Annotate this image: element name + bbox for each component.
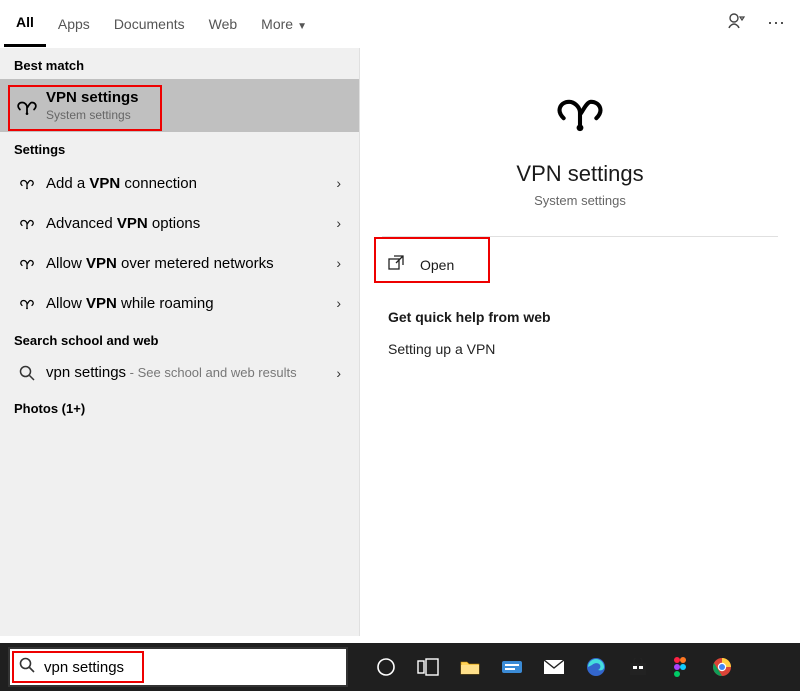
- task-view-icon[interactable]: [416, 655, 440, 679]
- result-web-vpn-settings[interactable]: vpn settings - See school and web result…: [0, 354, 359, 391]
- figma-icon[interactable]: [668, 655, 692, 679]
- tab-web[interactable]: Web: [197, 2, 250, 46]
- result-title: VPN settings: [46, 89, 345, 106]
- chevron-right-icon: ›: [332, 295, 345, 311]
- tab-all[interactable]: All: [4, 0, 46, 47]
- more-options-icon[interactable]: ⋯: [756, 13, 796, 34]
- vpn-icon: [14, 173, 40, 193]
- taskbar-search[interactable]: [8, 647, 348, 687]
- result-add-vpn[interactable]: Add a VPN connection ›: [0, 163, 359, 203]
- heading-best-match: Best match: [0, 48, 359, 79]
- feedback-icon[interactable]: [716, 11, 756, 36]
- vpn-icon-large: [550, 88, 610, 135]
- edge-icon[interactable]: [584, 655, 608, 679]
- open-label: Open: [410, 257, 454, 273]
- tab-apps[interactable]: Apps: [46, 2, 102, 46]
- heading-photos: Photos (1+): [0, 391, 359, 422]
- tab-more[interactable]: More▼: [249, 2, 319, 46]
- search-icon: [14, 365, 40, 381]
- store-icon[interactable]: [626, 655, 650, 679]
- search-input[interactable]: [44, 649, 346, 685]
- taskbar: [0, 643, 800, 691]
- chrome-icon[interactable]: [710, 655, 734, 679]
- heading-settings: Settings: [0, 132, 359, 163]
- vpn-icon: [14, 293, 40, 313]
- vpn-icon: [14, 96, 40, 116]
- result-subtitle: System settings: [46, 108, 345, 122]
- cortana-icon[interactable]: [374, 655, 398, 679]
- file-explorer-icon[interactable]: [458, 655, 482, 679]
- chevron-right-icon: ›: [332, 365, 345, 381]
- detail-panel: VPN settings System settings Open Get qu…: [360, 48, 800, 636]
- mail-icon[interactable]: [542, 655, 566, 679]
- app-icon[interactable]: [500, 655, 524, 679]
- open-icon: [388, 255, 410, 275]
- help-link-setup-vpn[interactable]: Setting up a VPN: [360, 335, 800, 363]
- result-vpn-roaming[interactable]: Allow VPN while roaming ›: [0, 283, 359, 323]
- tab-documents[interactable]: Documents: [102, 2, 197, 46]
- detail-title: VPN settings: [516, 161, 643, 187]
- search-filter-tabs: All Apps Documents Web More▼ ⋯: [0, 0, 800, 48]
- search-icon: [10, 657, 44, 678]
- results-panel: Best match VPN settings System settings …: [0, 48, 360, 636]
- chevron-right-icon: ›: [332, 255, 345, 271]
- open-button[interactable]: Open: [360, 243, 800, 287]
- chevron-right-icon: ›: [332, 175, 345, 191]
- heading-search-web: Search school and web: [0, 323, 359, 354]
- chevron-down-icon: ▼: [297, 21, 307, 32]
- help-heading: Get quick help from web: [360, 287, 800, 335]
- result-vpn-metered[interactable]: Allow VPN over metered networks ›: [0, 243, 359, 283]
- result-advanced-vpn[interactable]: Advanced VPN options ›: [0, 203, 359, 243]
- result-vpn-settings[interactable]: VPN settings System settings: [0, 79, 359, 132]
- vpn-icon: [14, 213, 40, 233]
- detail-subtitle: System settings: [534, 193, 626, 208]
- vpn-icon: [14, 253, 40, 273]
- chevron-right-icon: ›: [332, 215, 345, 231]
